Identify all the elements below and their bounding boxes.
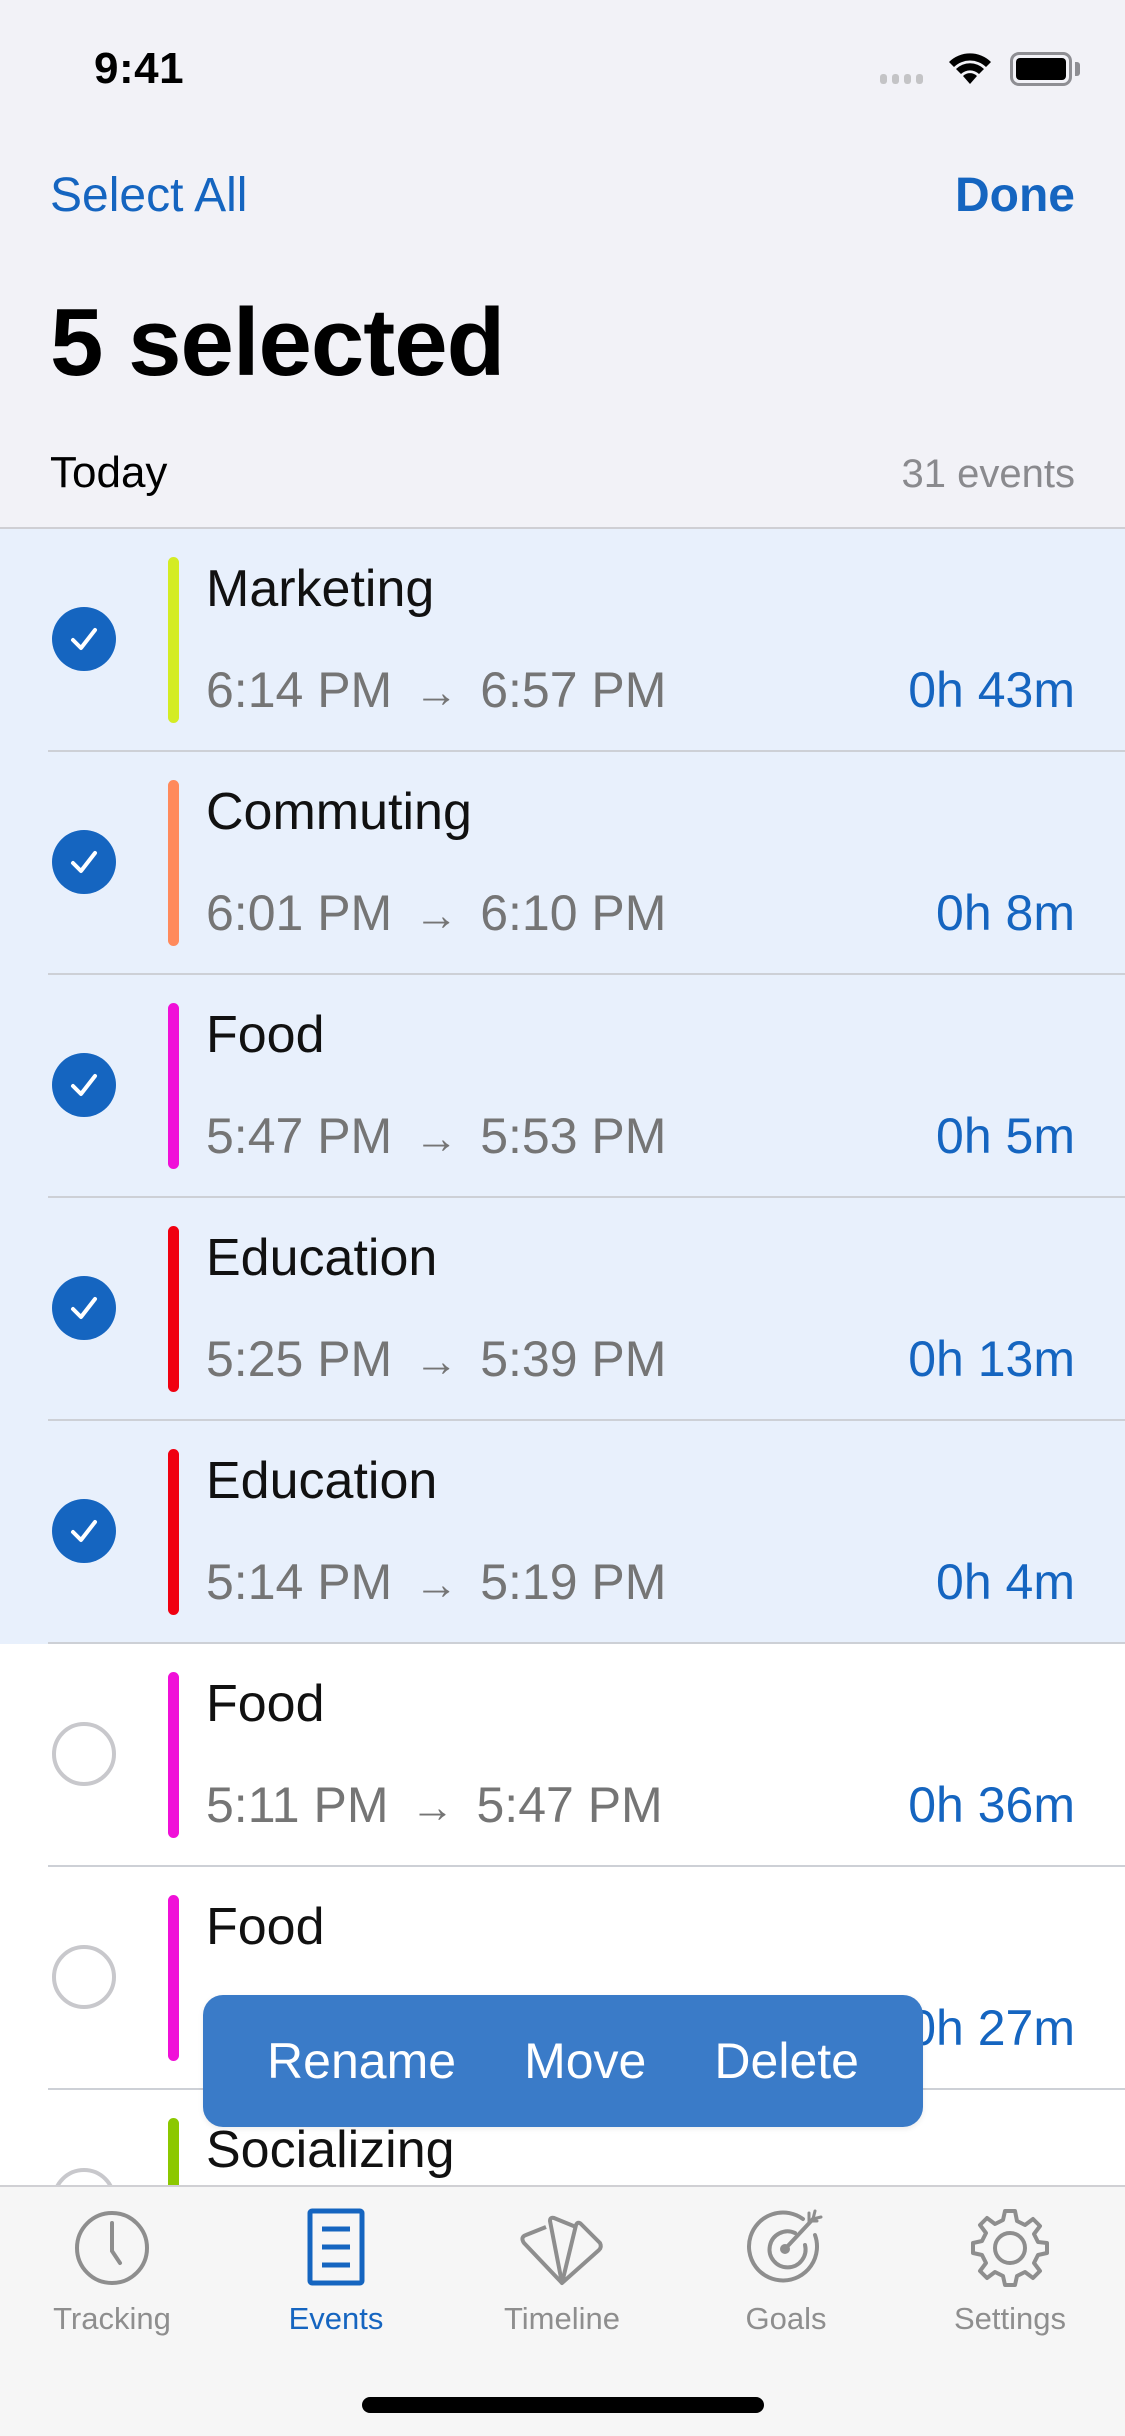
checkmark-icon [71, 851, 97, 873]
move-button[interactable]: Move [524, 2032, 646, 2090]
arrow-right-icon: → [410, 1783, 455, 1832]
event-duration: 0h 36m [908, 1777, 1075, 1833]
category-color-bar [168, 1672, 179, 1838]
tab-timeline[interactable]: Timeline [462, 2207, 662, 2337]
event-end-time: 5:47 PM [476, 1777, 663, 1833]
event-time-range: 5:25 PM → 5:39 PM [206, 1330, 666, 1388]
event-start-time: 5:47 PM [206, 1108, 393, 1164]
event-end-time: 5:53 PM [480, 1108, 667, 1164]
tab-goals[interactable]: Goals [686, 2207, 886, 2337]
tab-tracking[interactable]: Tracking [12, 2207, 212, 2337]
tab-label: Goals [745, 2301, 827, 2336]
page-title: 5 selected [50, 289, 505, 396]
event-end-time: 6:10 PM [480, 885, 667, 941]
category-color-bar [168, 557, 179, 723]
event-count: 31 events [901, 452, 1075, 496]
selection-checkbox[interactable] [52, 607, 116, 671]
selection-checkbox[interactable] [52, 1722, 116, 1786]
battery-icon [1010, 52, 1072, 86]
select-all-button[interactable]: Select All [50, 168, 247, 223]
checkmark-icon [71, 1520, 97, 1542]
event-time-range: 5:11 PM → 5:47 PM [206, 1776, 663, 1834]
category-color-bar [168, 1003, 179, 1169]
event-time-range: 6:01 PM → 6:10 PM [206, 884, 666, 942]
tab-events[interactable]: Events [236, 2207, 436, 2337]
arrow-right-icon: → [414, 891, 459, 940]
event-time-range: 6:14 PM → 6:57 PM [206, 661, 666, 719]
checkmark-icon [71, 1297, 97, 1319]
event-name: Food [206, 1006, 325, 1064]
event-name: Education [206, 1452, 438, 1510]
checkmark-icon [71, 628, 97, 650]
done-button[interactable]: Done [955, 168, 1075, 223]
event-row[interactable]: Education 5:14 PM → 5:19 PM 0h 4m [0, 1421, 1125, 1644]
gear-icon [971, 2209, 1049, 2287]
event-name: Education [206, 1229, 438, 1287]
event-end-time: 5:39 PM [480, 1331, 667, 1387]
cellular-signal-icon [880, 74, 923, 84]
category-color-bar [168, 1895, 179, 2061]
status-time: 9:41 [94, 44, 185, 93]
event-row[interactable]: Food 5:11 PM → 5:47 PM 0h 36m [0, 1644, 1125, 1867]
selection-checkbox[interactable] [52, 1945, 116, 2009]
section-header: Today 31 events [50, 448, 1075, 498]
event-duration: 0h 13m [908, 1331, 1075, 1387]
arrow-right-icon: → [414, 668, 459, 717]
wifi-icon [949, 53, 991, 84]
tab-label: Events [288, 2301, 384, 2336]
checkmark-icon [71, 1074, 97, 1096]
battery-cap [1075, 62, 1080, 76]
event-end-time: 6:57 PM [480, 662, 667, 718]
section-title: Today [50, 448, 168, 497]
selection-checkbox[interactable] [52, 1053, 116, 1117]
category-color-bar [168, 1449, 179, 1615]
event-duration: 0h 5m [936, 1108, 1075, 1164]
event-time-range: 5:47 PM → 5:53 PM [206, 1107, 666, 1165]
status-bar: 9:41 [0, 0, 1125, 140]
timeline-icon [520, 2215, 603, 2285]
event-row[interactable]: Food 5:47 PM → 5:53 PM 0h 5m [0, 975, 1125, 1198]
event-duration: 0h 8m [936, 885, 1075, 941]
event-start-time: 6:14 PM [206, 662, 393, 718]
arrow-right-icon: → [414, 1114, 459, 1163]
event-end-time: 5:19 PM [480, 1554, 667, 1610]
category-color-bar [168, 780, 179, 946]
home-indicator [362, 2397, 764, 2413]
event-start-time: 6:01 PM [206, 885, 393, 941]
arrow-right-icon: → [414, 1337, 459, 1386]
event-name: Commuting [206, 783, 472, 841]
arrow-right-icon: → [414, 1560, 459, 1609]
delete-button[interactable]: Delete [714, 2032, 859, 2090]
event-start-time: 5:14 PM [206, 1554, 393, 1610]
clock-icon [75, 2211, 149, 2285]
event-duration: 0h 43m [908, 662, 1075, 718]
selection-checkbox[interactable] [52, 830, 116, 894]
event-start-time: 5:25 PM [206, 1331, 393, 1387]
event-name: Marketing [206, 560, 435, 618]
event-name: Socializing [206, 2121, 455, 2179]
event-duration: 0h 27m [908, 2000, 1075, 2056]
event-name: Food [206, 1898, 325, 1956]
tab-settings[interactable]: Settings [910, 2207, 1110, 2337]
event-row[interactable]: Commuting 6:01 PM → 6:10 PM 0h 8m [0, 752, 1125, 975]
selection-checkbox[interactable] [52, 1276, 116, 1340]
event-duration: 0h 4m [936, 1554, 1075, 1610]
event-time-range: 5:14 PM → 5:19 PM [206, 1553, 666, 1611]
event-row[interactable]: Marketing 6:14 PM → 6:57 PM 0h 43m [0, 529, 1125, 752]
event-start-time: 5:11 PM [206, 1777, 389, 1833]
tab-label: Settings [953, 2301, 1066, 2336]
event-row[interactable]: Education 5:25 PM → 5:39 PM 0h 13m [0, 1198, 1125, 1421]
event-name: Food [206, 1675, 325, 1733]
target-icon [747, 2209, 823, 2283]
tab-label: Timeline [504, 2301, 620, 2336]
rename-button[interactable]: Rename [267, 2032, 456, 2090]
bulk-action-menu: Rename Move Delete [203, 1995, 923, 2127]
selection-checkbox[interactable] [52, 1499, 116, 1563]
category-color-bar [168, 1226, 179, 1392]
list-icon [307, 2208, 365, 2286]
tab-label: Tracking [53, 2301, 171, 2336]
